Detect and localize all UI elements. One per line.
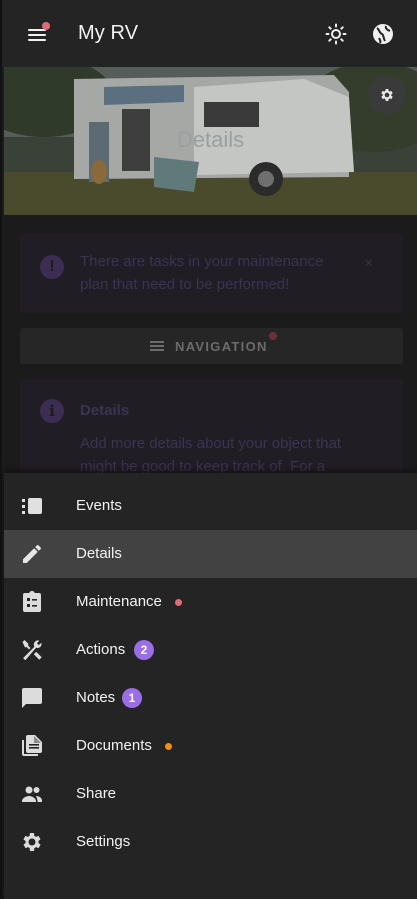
details-info-card: i Details Add more details about your ob… — [20, 379, 403, 479]
hero-settings-button[interactable] — [368, 76, 406, 114]
alert-close-button[interactable]: × — [364, 255, 373, 273]
menu-lines-icon — [150, 341, 164, 351]
brightness-icon — [325, 23, 347, 45]
app-bar: My RV — [2, 0, 417, 67]
theme-toggle-button[interactable] — [324, 22, 348, 46]
drawer-item-events[interactable]: Events — [4, 482, 417, 530]
gear-icon — [381, 89, 393, 101]
exclamation-icon: ! — [40, 255, 64, 279]
drawer-item-maintenance[interactable]: Maintenance — [4, 578, 417, 626]
pencil-icon — [23, 545, 41, 563]
menu-line — [150, 341, 164, 343]
drawer-item-documents[interactable]: Documents — [4, 722, 417, 770]
drawer-item-label: Share — [76, 785, 117, 802]
app-frame: My RV Details ! There are tasks in your … — [0, 0, 417, 899]
people-icon — [22, 786, 42, 802]
drawer-item-label: Details — [76, 545, 122, 562]
documents-notification-dot — [165, 743, 172, 750]
hero-title: Details — [176, 127, 245, 152]
notification-dot — [42, 22, 50, 30]
drawer-item-label: Events — [76, 497, 122, 514]
tools-icon — [22, 640, 42, 661]
globe-icon — [373, 24, 393, 44]
navigation-drawer: Events Details Maintenance Actions 2 Not… — [4, 473, 417, 899]
info-title: Details — [80, 402, 130, 419]
app-title: My RV — [78, 22, 139, 44]
info-text: Add more details about your object that … — [80, 435, 341, 475]
hamburger-line — [28, 39, 46, 41]
hero-banner: Details — [4, 67, 417, 215]
navigation-notification-dot — [269, 332, 277, 340]
drawer-item-label: Documents — [76, 737, 152, 754]
page-content: ! There are tasks in your maintenance pl… — [4, 215, 417, 479]
info-icon: i — [40, 399, 64, 423]
maintenance-notification-dot — [175, 599, 182, 606]
drawer-item-label: Settings — [76, 833, 131, 850]
navigation-button[interactable]: NAVIGATION — [20, 328, 403, 364]
events-icon — [22, 498, 42, 514]
drawer-item-actions[interactable]: Actions 2 — [4, 626, 417, 674]
hamburger-line — [28, 34, 46, 36]
menu-button[interactable] — [24, 22, 52, 46]
navigation-label: NAVIGATION — [175, 339, 268, 354]
alert-text: There are tasks in your maintenance plan… — [80, 253, 324, 293]
document-icon — [22, 735, 42, 756]
drawer-item-label: Maintenance — [76, 593, 162, 610]
menu-line — [150, 349, 164, 351]
drawer-item-label: Notes — [76, 689, 116, 706]
menu-line — [150, 345, 164, 347]
clipboard-icon — [23, 591, 41, 612]
actions-count-badge: 2 — [134, 640, 154, 660]
drawer-item-share[interactable]: Share — [4, 770, 417, 818]
gear-icon — [23, 833, 41, 851]
drawer-item-details[interactable]: Details — [4, 530, 417, 578]
drawer-item-settings[interactable]: Settings — [4, 818, 417, 866]
notes-count-badge: 1 — [122, 688, 142, 708]
language-button[interactable] — [371, 22, 395, 46]
drawer-item-label: Actions — [76, 641, 126, 658]
maintenance-alert: ! There are tasks in your maintenance pl… — [20, 233, 403, 313]
drawer-item-notes[interactable]: Notes 1 — [4, 674, 417, 722]
comment-icon — [22, 688, 42, 708]
